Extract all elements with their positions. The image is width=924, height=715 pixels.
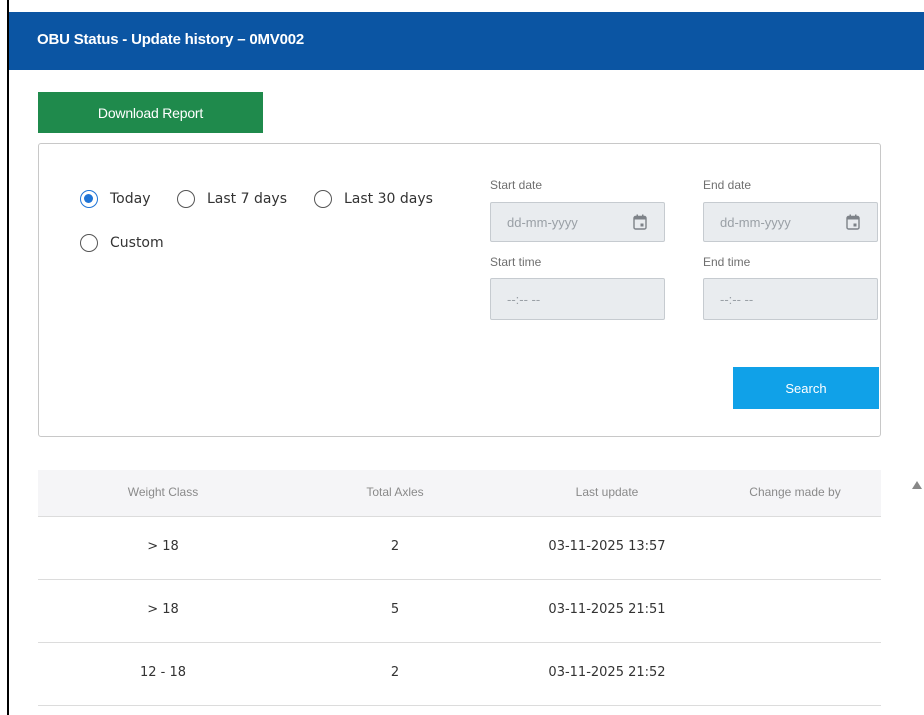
start-time-input[interactable]: --:-- -- bbox=[490, 278, 665, 320]
cell-last-update: 03-11-2025 13:57 bbox=[548, 539, 666, 554]
calendar-icon[interactable] bbox=[846, 214, 860, 230]
obu-status-dialog: OBU Status - Update history – 0MV002 Dow… bbox=[0, 0, 924, 715]
radio-last-30-days[interactable]: Last 30 days bbox=[314, 190, 433, 208]
cell-weight-class: > 18 bbox=[147, 539, 179, 554]
filter-panel: Today Last 7 days Last 30 days Custom St… bbox=[38, 143, 881, 437]
search-button[interactable]: Search bbox=[733, 367, 879, 409]
start-date-input[interactable]: dd-mm-yyyy bbox=[490, 202, 665, 242]
column-header-change-made-by[interactable]: Change made by bbox=[749, 485, 840, 499]
table-header: Weight Class Total Axles Last update Cha… bbox=[38, 470, 881, 517]
cell-last-update: 03-11-2025 21:51 bbox=[548, 602, 666, 617]
end-date-input[interactable]: dd-mm-yyyy bbox=[703, 202, 878, 242]
cell-weight-class: > 18 bbox=[147, 602, 179, 617]
start-date-label: Start date bbox=[490, 178, 543, 192]
end-time-label: End time bbox=[703, 255, 751, 269]
radio-custom-label: Custom bbox=[110, 235, 164, 251]
radio-today[interactable]: Today bbox=[80, 190, 151, 208]
window-top-strip bbox=[9, 0, 924, 12]
start-date-placeholder: dd-mm-yyyy bbox=[507, 214, 578, 230]
table-row[interactable]: > 18 2 03-11-2025 13:57 bbox=[38, 517, 881, 580]
radio-last-7-days-label: Last 7 days bbox=[207, 191, 288, 207]
scroll-up-icon[interactable] bbox=[912, 481, 922, 489]
radio-last-30-days-label: Last 30 days bbox=[344, 191, 433, 207]
table-row[interactable]: > 18 5 03-11-2025 21:51 bbox=[38, 580, 881, 643]
end-date-placeholder: dd-mm-yyyy bbox=[720, 214, 791, 230]
start-time-placeholder: --:-- -- bbox=[507, 291, 541, 307]
radio-today-indicator[interactable] bbox=[80, 190, 98, 208]
table-row[interactable]: 12 - 18 2 03-11-2025 21:52 bbox=[38, 643, 881, 706]
cell-weight-class: 12 - 18 bbox=[139, 665, 187, 680]
cell-total-axles: 2 bbox=[390, 539, 400, 554]
end-time-placeholder: --:-- -- bbox=[720, 291, 754, 307]
radio-today-label: Today bbox=[110, 191, 151, 207]
dialog-title: OBU Status - Update history – 0MV002 bbox=[37, 31, 305, 48]
radio-last-7-days-indicator[interactable] bbox=[177, 190, 195, 208]
cell-total-axles: 2 bbox=[390, 665, 400, 680]
end-time-input[interactable]: --:-- -- bbox=[703, 278, 878, 320]
column-header-weight-class[interactable]: Weight Class bbox=[128, 485, 198, 499]
download-report-button[interactable]: Download Report bbox=[38, 92, 263, 133]
column-header-last-update[interactable]: Last update bbox=[576, 485, 639, 499]
cell-total-axles: 5 bbox=[390, 602, 400, 617]
start-time-label: Start time bbox=[490, 255, 542, 269]
calendar-icon[interactable] bbox=[633, 214, 647, 230]
radio-last-7-days[interactable]: Last 7 days bbox=[177, 190, 287, 208]
dialog-header: OBU Status - Update history – 0MV002 bbox=[9, 12, 924, 70]
window-left-border bbox=[7, 0, 9, 715]
radio-custom[interactable]: Custom bbox=[80, 234, 164, 252]
radio-custom-indicator[interactable] bbox=[80, 234, 98, 252]
end-date-label: End date bbox=[703, 178, 752, 192]
radio-last-30-days-indicator[interactable] bbox=[314, 190, 332, 208]
cell-last-update: 03-11-2025 21:52 bbox=[548, 665, 666, 680]
column-header-total-axles[interactable]: Total Axles bbox=[366, 485, 423, 499]
